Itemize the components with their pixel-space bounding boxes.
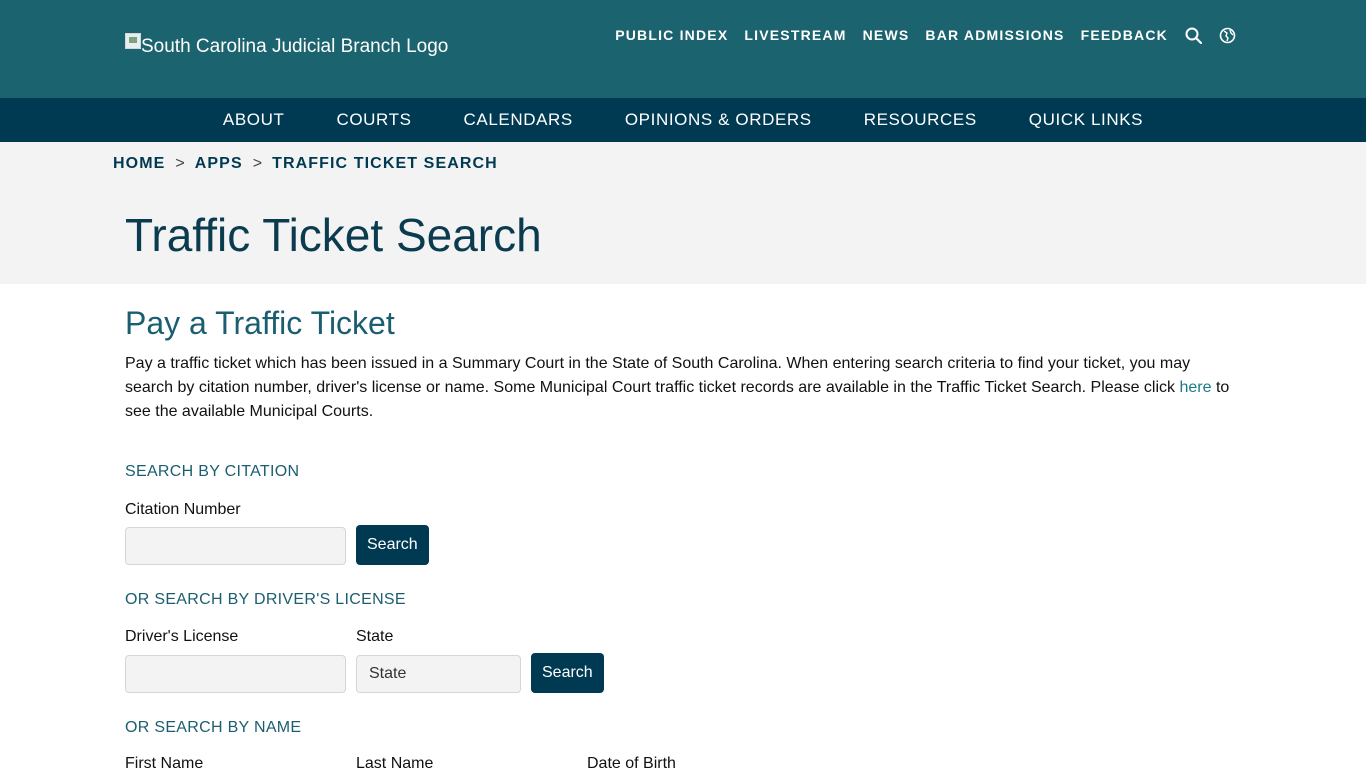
citation-heading: SEARCH BY CITATION [125,463,300,480]
utility-link-news[interactable]: NEWS [863,27,910,43]
breadcrumb-apps[interactable]: APPS [195,155,243,173]
license-label: Driver's License [125,628,239,645]
breadcrumb: HOME > APPS > TRAFFIC TICKET SEARCH [113,155,498,173]
search-form: SEARCH BY CITATION Citation Number Searc… [125,304,1241,768]
license-search-button[interactable]: Search [531,653,604,693]
utility-nav: PUBLIC INDEX LIVESTREAM NEWS BAR ADMISSI… [599,26,1236,44]
dob-label: Date of Birth [587,755,676,768]
search-icon[interactable] [1184,26,1202,44]
main-nav: ABOUT COURTS CALENDARS OPINIONS & ORDERS… [0,98,1366,142]
broken-image-icon [125,33,141,49]
top-header: South Carolina Judicial Branch Logo PUBL… [0,0,1366,98]
utility-link-bar-admissions[interactable]: BAR ADMISSIONS [925,27,1064,43]
state-select-value: State [369,665,407,682]
breadcrumb-current[interactable]: TRAFFIC TICKET SEARCH [272,155,498,173]
utility-link-public-index[interactable]: PUBLIC INDEX [615,27,728,43]
utility-link-livestream[interactable]: LIVESTREAM [744,27,846,43]
main-content: Pay a Traffic Ticket Pay a traffic ticke… [125,304,1241,768]
breadcrumb-separator: > [175,155,185,172]
utility-link-feedback[interactable]: FEEDBACK [1081,27,1168,43]
globe-icon[interactable] [1218,26,1236,44]
nav-item-courts[interactable]: COURTS [336,110,411,130]
state-label: State [356,628,394,645]
breadcrumb-separator: > [252,155,263,172]
breadcrumb-home[interactable]: HOME [113,155,165,173]
nav-item-opinions-orders[interactable]: OPINIONS & ORDERS [625,110,812,130]
page-hero: HOME > APPS > TRAFFIC TICKET SEARCH Traf… [0,142,1366,284]
license-heading: OR SEARCH BY DRIVER'S LICENSE [125,591,406,608]
first-name-label: First Name [125,755,204,768]
name-heading: OR SEARCH BY NAME [125,719,302,736]
nav-item-quick-links[interactable]: QUICK LINKS [1029,110,1143,130]
nav-item-about[interactable]: ABOUT [223,110,285,130]
site-logo[interactable]: South Carolina Judicial Branch Logo [125,33,449,58]
logo-alt-text: South Carolina Judicial Branch Logo [141,36,449,57]
state-select[interactable]: State [356,655,521,693]
citation-search-button[interactable]: Search [356,525,429,565]
license-input[interactable] [125,655,346,693]
nav-item-resources[interactable]: RESOURCES [864,110,977,130]
last-name-label: Last Name [356,755,434,768]
nav-item-calendars[interactable]: CALENDARS [464,110,573,130]
citation-label: Citation Number [125,501,241,518]
citation-input[interactable] [125,527,346,565]
page-title: Traffic Ticket Search [125,209,542,261]
